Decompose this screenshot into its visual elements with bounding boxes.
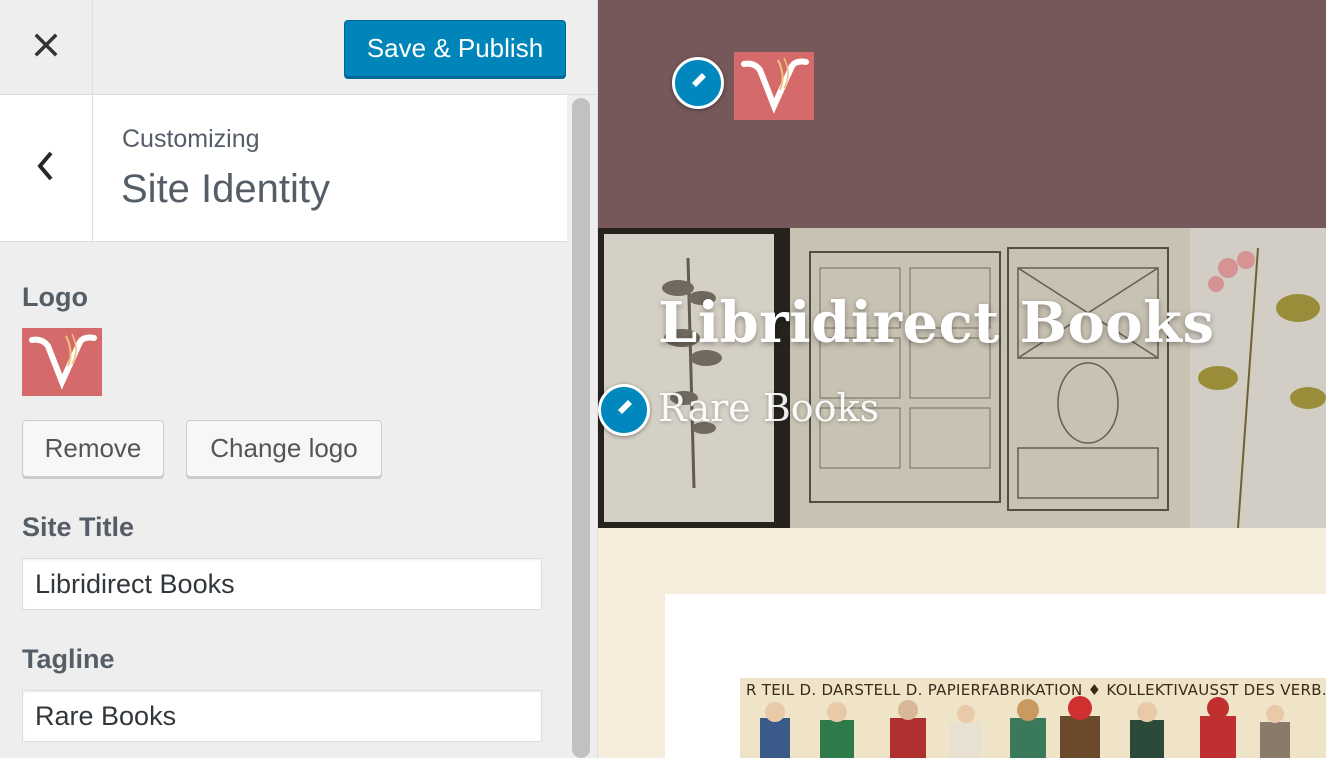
preview-logo[interactable] [734, 52, 814, 120]
preview-site-title[interactable]: Libridirect Books [658, 290, 1214, 356]
panel-scrollbar[interactable] [572, 98, 590, 758]
pencil-icon [613, 397, 635, 424]
back-button[interactable] [0, 95, 93, 241]
logo-image [741, 57, 809, 114]
site-header [598, 0, 1326, 228]
site-title-label: Site Title [22, 512, 135, 542]
post-featured-image[interactable]: R TEIL D. DARSTELL D. PAPIERFABRIKATION … [740, 678, 1326, 758]
close-icon [33, 32, 59, 63]
customizer-header: Save & Publish [0, 0, 597, 95]
header-image: Libridirect Books Rare Books [598, 228, 1326, 528]
logo-image [29, 333, 97, 390]
tagline-label: Tagline [22, 644, 115, 674]
change-logo-button[interactable]: Change logo [186, 420, 382, 477]
chevron-left-icon [34, 149, 58, 188]
customizer-panel: Save & Publish Customizing Site Identity… [0, 0, 598, 758]
pencil-icon [687, 70, 709, 97]
logo-label: Logo [22, 282, 88, 312]
header-illustration [598, 228, 1326, 528]
section-title: Site Identity [121, 167, 331, 211]
tapestry-caption: R TEIL D. DARSTELL D. PAPIERFABRIKATION … [746, 681, 1326, 699]
logo-thumbnail[interactable] [22, 328, 102, 396]
remove-logo-button[interactable]: Remove [22, 420, 164, 477]
site-preview: Libridirect Books Rare Books R TEIL D. D… [598, 0, 1326, 758]
close-button[interactable] [0, 0, 93, 94]
section-header: Customizing Site Identity [0, 95, 567, 242]
edit-tagline-shortcut[interactable] [598, 384, 650, 436]
site-title-input[interactable] [22, 558, 542, 610]
edit-logo-shortcut[interactable] [672, 57, 724, 109]
preview-site-tagline[interactable]: Rare Books [658, 386, 879, 430]
save-publish-button[interactable]: Save & Publish [344, 20, 566, 77]
tagline-input[interactable] [22, 690, 542, 742]
customizing-label: Customizing [122, 125, 260, 153]
